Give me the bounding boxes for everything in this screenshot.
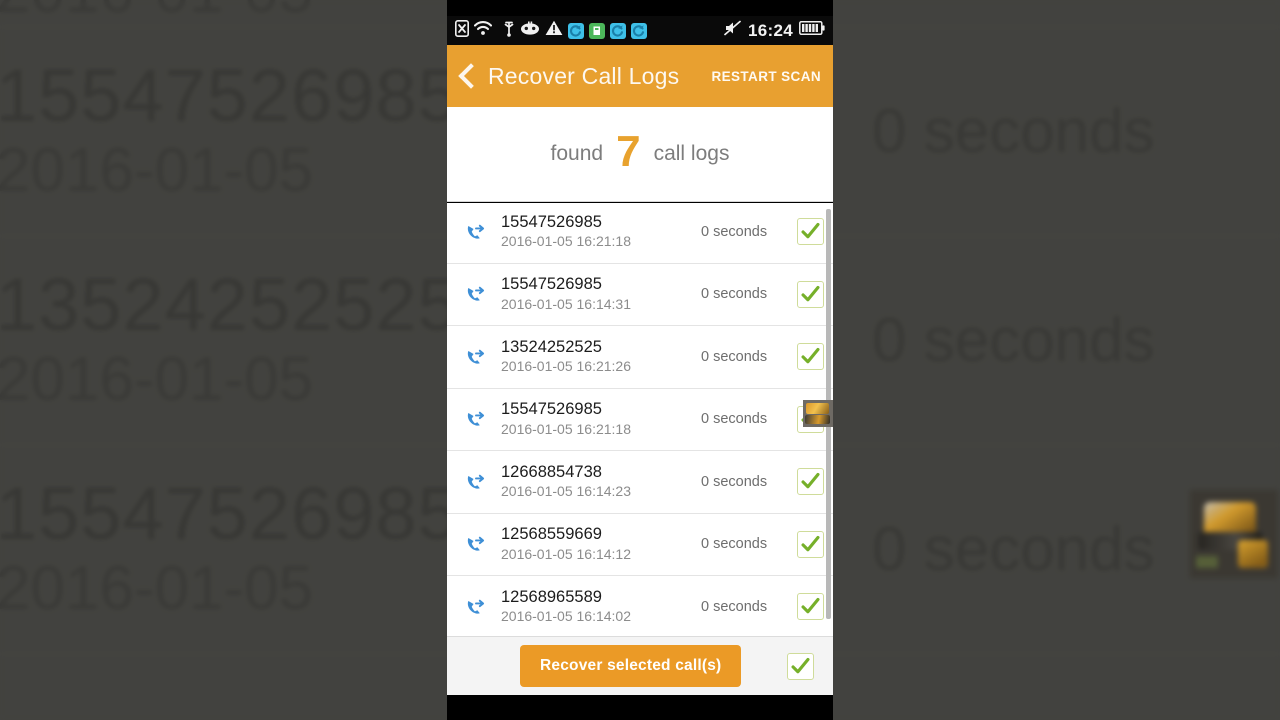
table-row[interactable]: 12668854738 2016-01-05 16:14:23 0 second…: [447, 451, 833, 514]
call-duration: 0 seconds: [701, 348, 768, 365]
row-checkbox[interactable]: [793, 530, 827, 558]
call-datetime: 2016-01-05 16:14:02: [501, 608, 631, 625]
volume-muted-icon: [724, 20, 742, 41]
sync-green-icon: [589, 22, 605, 39]
restart-scan-button[interactable]: RESTART SCAN: [711, 69, 821, 84]
sync-blue-2-icon: [610, 22, 626, 39]
checkbox-checked-icon: [796, 218, 824, 246]
table-row[interactable]: 12568965589 2016-01-05 16:14:02 0 second…: [447, 576, 833, 636]
row-checkbox[interactable]: [793, 343, 827, 371]
sim-card-missing-icon: [455, 19, 469, 42]
page-title: Recover Call Logs: [488, 62, 680, 89]
call-number: 12568559669: [501, 525, 602, 544]
checkbox-checked-icon: [796, 280, 824, 308]
call-datetime: 2016-01-05 16:14:12: [501, 545, 631, 562]
call-duration: 0 seconds: [701, 473, 768, 490]
table-row[interactable]: 15547526985 2016-01-05 16:21:18 0 second…: [447, 388, 833, 451]
call-number: 15547526985: [501, 400, 602, 419]
status-bar: 16:24: [447, 16, 833, 45]
recover-selected-calls-button[interactable]: Recover selected call(s): [520, 645, 742, 687]
call-datetime: 2016-01-05 16:21:18: [501, 420, 631, 437]
row-checkbox[interactable]: [793, 593, 827, 621]
checkbox-checked-icon: [796, 593, 824, 621]
found-suffix-label: call logs: [653, 142, 730, 165]
back-chevron-icon[interactable]: [457, 61, 479, 91]
found-count-value: 7: [616, 127, 641, 176]
usb-icon: [503, 20, 515, 42]
sync-blue-3-icon: [631, 22, 647, 39]
row-checkbox[interactable]: [793, 468, 827, 496]
call-datetime: 2016-01-05 16:21:18: [501, 233, 631, 250]
call-duration: 0 seconds: [701, 223, 768, 240]
call-duration: 0 seconds: [701, 598, 768, 615]
call-duration: 0 seconds: [701, 411, 768, 428]
checkbox-checked-icon: [796, 343, 824, 371]
call-number: 12668854738: [501, 462, 602, 481]
table-row[interactable]: 15547526985 2016-01-05 16:14:31 0 second…: [447, 263, 833, 326]
phone-screen: 16:24 Recover Call Logs RESTART SCAN fou…: [447, 0, 833, 720]
outgoing-call-icon: [457, 532, 495, 556]
call-number: 13524252525: [501, 337, 602, 356]
outgoing-call-icon: [457, 595, 495, 619]
found-count-banner: found 7 call logs: [447, 107, 833, 202]
outgoing-call-icon: [457, 407, 495, 431]
outgoing-call-icon: [457, 220, 495, 244]
found-prefix-label: found: [550, 142, 604, 165]
wifi-icon: [473, 20, 493, 41]
outgoing-call-icon: [457, 470, 495, 494]
table-row[interactable]: 13524252525 2016-01-05 16:21:26 0 second…: [447, 326, 833, 389]
battery-full-icon: [799, 21, 825, 40]
background-row-duration: 0 seconds: [872, 97, 1155, 166]
navigation-bar: [447, 695, 833, 720]
checkbox-checked-icon: [796, 468, 824, 496]
screen-root: 2016-01-05 15547526985: [0, 0, 1280, 720]
call-duration: 0 seconds: [701, 286, 768, 303]
checkbox-checked-icon: [787, 652, 814, 680]
row-checkbox[interactable]: [793, 280, 827, 308]
app-mask-icon: [520, 21, 540, 40]
corner-thumbnail-overlay: [1190, 490, 1278, 578]
outgoing-call-icon: [457, 282, 495, 306]
top-black-strip: [447, 0, 833, 16]
background-row-duration: 0 seconds: [872, 306, 1155, 375]
select-all-checkbox[interactable]: [787, 652, 814, 680]
table-row[interactable]: 12568559669 2016-01-05 16:14:12 0 second…: [447, 513, 833, 576]
call-datetime: 2016-01-05 16:14:31: [501, 295, 631, 312]
call-duration: 0 seconds: [701, 536, 768, 553]
call-number: 15547526985: [501, 212, 602, 231]
status-bar-clock: 16:24: [748, 21, 793, 40]
outgoing-call-icon: [457, 345, 495, 369]
app-bar: Recover Call Logs RESTART SCAN: [447, 45, 833, 107]
row-checkbox[interactable]: [793, 218, 827, 246]
bottom-action-bar: Recover selected call(s): [447, 636, 833, 695]
watermark-thumbnail-overlay: [803, 400, 833, 427]
warning-triangle-icon: [545, 20, 563, 41]
call-datetime: 2016-01-05 16:14:23: [501, 483, 631, 500]
call-datetime: 2016-01-05 16:21:26: [501, 358, 631, 375]
call-log-list[interactable]: 15547526985 2016-01-05 16:21:18 0 second…: [447, 203, 833, 636]
call-number: 12568965589: [501, 587, 602, 606]
call-number: 15547526985: [501, 275, 602, 294]
sync-blue-icon: [568, 22, 584, 39]
table-row[interactable]: 15547526985 2016-01-05 16:21:18 0 second…: [447, 203, 833, 264]
checkbox-checked-icon: [796, 530, 824, 558]
